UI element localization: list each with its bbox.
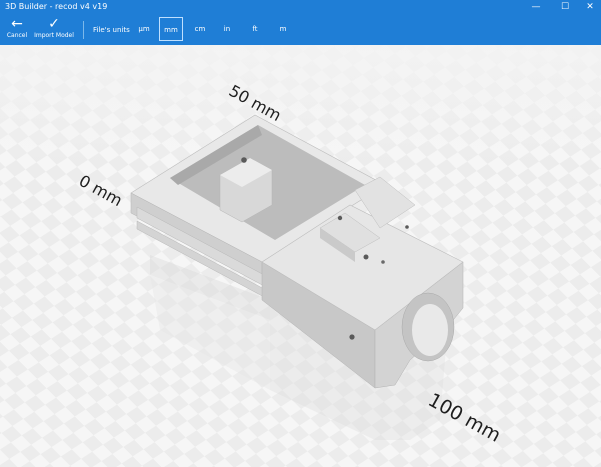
title-bar: 3D Builder - recod v4 v19 — ☐ ✕ (0, 0, 601, 15)
maximize-button[interactable]: ☐ (552, 0, 578, 15)
close-button[interactable]: ✕ (577, 0, 601, 15)
unit-millimeter-button[interactable]: mm (159, 17, 183, 41)
toolbar: ← Cancel ✓ Import Model File's units μm … (0, 15, 601, 45)
3d-viewport[interactable]: 50 mm 0 mm 100 mm (0, 45, 601, 467)
back-arrow-icon: ← (11, 16, 23, 32)
checkmark-icon: ✓ (48, 16, 60, 32)
unit-inch-button[interactable]: in (215, 17, 239, 41)
window-title: 3D Builder - recod v4 v19 (5, 2, 108, 11)
import-model-button[interactable]: ✓ Import Model (33, 16, 75, 40)
unit-micrometer-button[interactable]: μm (132, 17, 156, 41)
cancel-label: Cancel (6, 32, 28, 39)
scene-canvas (0, 45, 601, 467)
import-model-label: Import Model (34, 32, 74, 39)
toolbar-divider (83, 21, 84, 39)
cancel-button[interactable]: ← Cancel (4, 16, 30, 40)
minimize-button[interactable]: — (523, 0, 549, 15)
file-units-label: File's units (93, 26, 130, 34)
unit-foot-button[interactable]: ft (243, 17, 267, 41)
unit-centimeter-button[interactable]: cm (188, 17, 212, 41)
unit-meter-button[interactable]: m (271, 17, 295, 41)
